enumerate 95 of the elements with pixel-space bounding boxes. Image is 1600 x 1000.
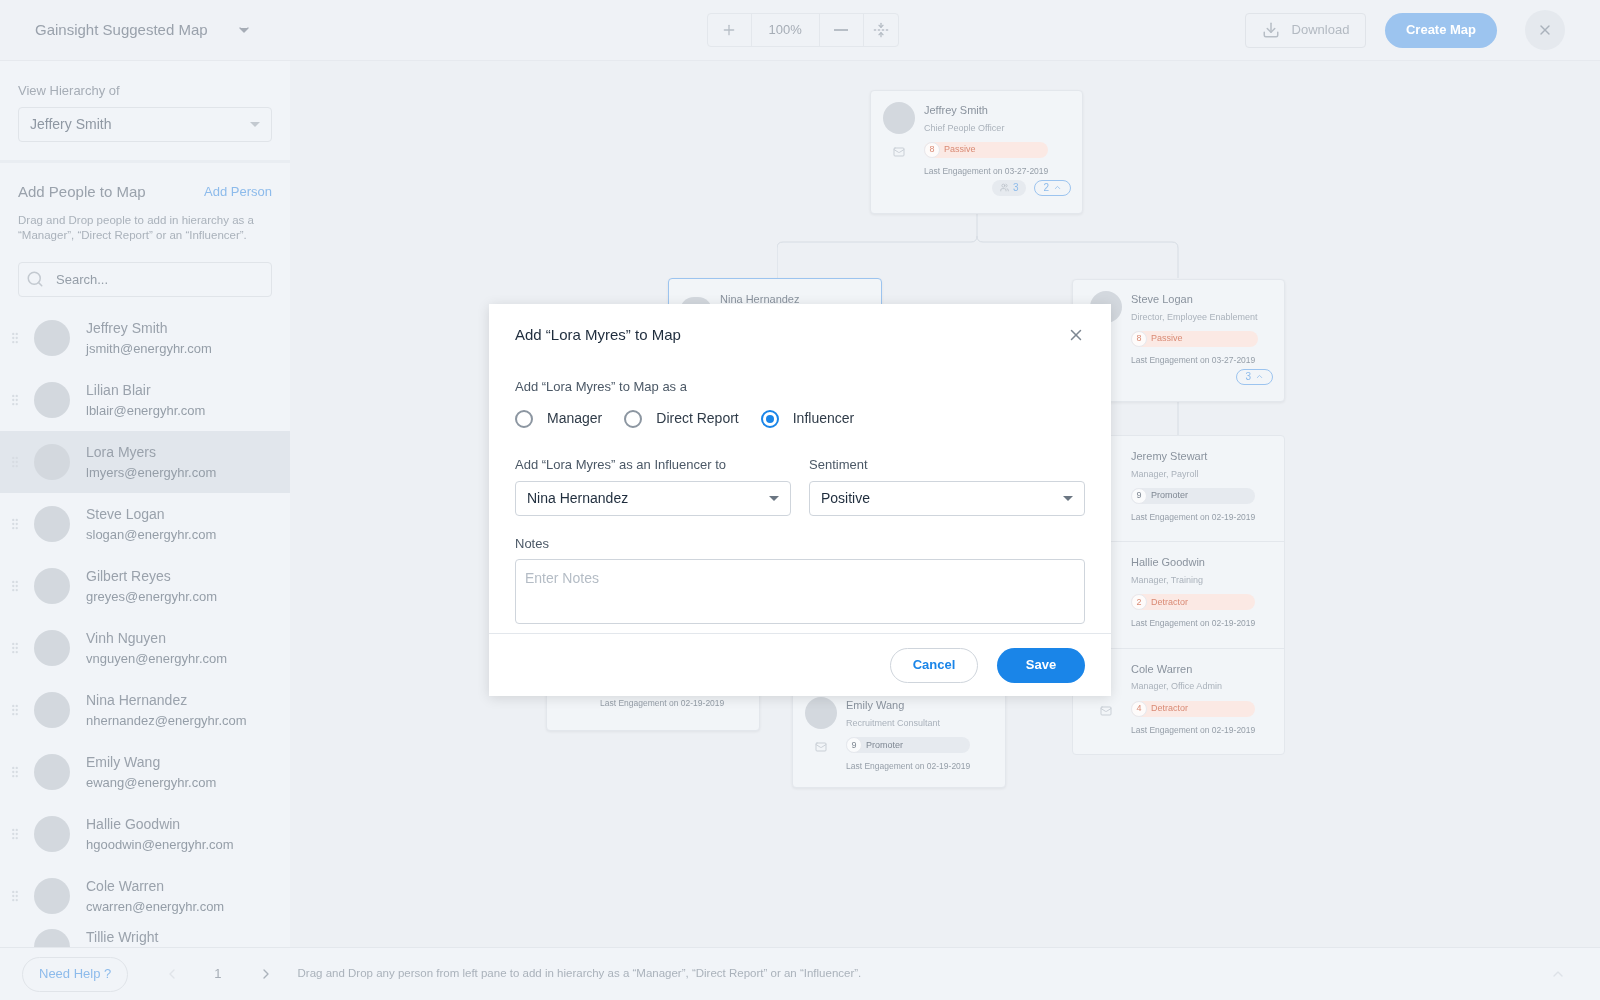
person-name: Emily Wang xyxy=(86,752,162,772)
mail-icon xyxy=(893,146,905,158)
target-select[interactable]: Nina Hernandez xyxy=(515,480,791,516)
create-map-button[interactable]: Create Map xyxy=(1385,12,1497,48)
avatar xyxy=(34,382,70,418)
person-name: Nina Hernandez xyxy=(86,690,189,710)
role-radio[interactable]: Influencer xyxy=(760,408,855,429)
team-count[interactable]: 3 xyxy=(991,179,1027,196)
person-email: lblair@energyhr.com xyxy=(86,401,206,420)
person-email: vnguyen@energyhr.com xyxy=(86,649,228,668)
sentiment-badge: 9 Promoter xyxy=(846,737,971,754)
person-title: Manager, Training xyxy=(1131,573,1205,587)
person-email: cwarren@energyhr.com xyxy=(86,897,225,916)
person-name: Jeffrey Smith xyxy=(86,318,169,338)
save-button[interactable]: Save xyxy=(997,647,1085,683)
hierarchy-label: View Hierarchy of xyxy=(18,82,121,100)
person-name: Jeffrey Smith xyxy=(924,103,989,118)
avatar xyxy=(34,929,70,947)
section-title: Add People to Map xyxy=(18,181,146,202)
person-email: jsmith@energyhr.com xyxy=(86,339,212,358)
person-email: slogan@energyhr.com xyxy=(86,525,217,544)
person-email: greyes@energyhr.com xyxy=(86,587,217,606)
page-number: 1 xyxy=(214,965,222,984)
role-radio[interactable]: Direct Report xyxy=(624,408,739,429)
mail-icon xyxy=(1100,704,1112,717)
last-engagement: Last Engagement on 03-27-2019 xyxy=(924,165,1049,178)
person-name: Cole Warren xyxy=(86,876,166,896)
person-title: Director, Employee Enablement xyxy=(1131,310,1258,324)
last-engagement: Last Engagement on 02-19-2019 xyxy=(1131,617,1256,631)
person-name: Lora Myers xyxy=(86,442,158,462)
last-engagement: Last Engagement on 02-19-2019 xyxy=(600,697,726,710)
avatar xyxy=(34,568,70,604)
avatar xyxy=(34,692,70,728)
person-title: Recruitment Consultant xyxy=(846,716,942,730)
avatar xyxy=(34,320,70,356)
person-name: Steve Logan xyxy=(1131,292,1194,307)
person-name: Gilbert Reyes xyxy=(86,566,172,586)
person-name: Steve Logan xyxy=(86,504,166,524)
sentiment-badge: 4 Detractor xyxy=(1131,700,1256,717)
person-email: ewang@energyhr.com xyxy=(86,773,217,792)
search-icon xyxy=(26,270,44,288)
close-button[interactable] xyxy=(1525,10,1565,50)
person-name: Vinh Nguyen xyxy=(86,628,167,648)
zoom-level: 100% xyxy=(751,14,820,46)
last-engagement: Last Engagement on 02-19-2019 xyxy=(1131,511,1256,524)
hierarchy-select[interactable]: Jeffery Smith xyxy=(18,106,272,142)
avatar xyxy=(34,754,70,790)
notes-field[interactable]: Enter Notes xyxy=(515,559,1085,624)
person-email: nhernandez@energyhr.com xyxy=(86,711,247,730)
sentiment-badge: 9 Promoter xyxy=(1131,488,1256,504)
person-title: Manager, Payroll xyxy=(1131,467,1200,481)
fit-icon xyxy=(872,22,889,38)
notes-label: Notes xyxy=(515,534,550,553)
minus-icon xyxy=(834,29,849,31)
person-name: Hallie Goodwin xyxy=(86,814,182,834)
person-name: Tillie Wright xyxy=(86,929,159,945)
map-title: Gainsight Suggested Map xyxy=(35,19,208,40)
people-icon xyxy=(999,183,1009,193)
person-name: Lilian Blair xyxy=(86,380,152,400)
sentiment-badge: 2 Detractor xyxy=(1131,594,1256,611)
last-engagement: Last Engagement on 02-19-2019 xyxy=(846,760,971,773)
add-person-link[interactable]: Add Person xyxy=(204,182,272,202)
download-icon xyxy=(1261,21,1280,39)
drag-instructions: Drag and Drop people to add in hierarchy as a “Manager”, “Direct Report” or an “Influencer”. xyxy=(18,213,255,243)
role-radio[interactable]: Manager xyxy=(515,408,603,429)
role-label: Add “Lora Myres” to Map as a xyxy=(515,377,688,396)
person-name: Cole Warren xyxy=(1131,661,1194,677)
person-email: lmyers@energyhr.com xyxy=(86,463,217,482)
person-title: Manager, Office Admin xyxy=(1131,680,1223,694)
person-name: Emily Wang xyxy=(846,698,906,714)
avatar xyxy=(34,630,70,666)
sentiment-label: Sentiment xyxy=(809,456,869,474)
last-engagement: Last Engagement on 02-19-2019 xyxy=(1131,723,1256,737)
avatar xyxy=(34,878,70,914)
avatar xyxy=(34,506,70,542)
footer-hint: Drag and Drop any person from left pane to add in hierarchy as a “Manager”, “Direct Report” or an “Influencer”. xyxy=(297,966,862,982)
person-row[interactable]: Lora Myers lmyers@energyhr.com xyxy=(0,431,290,493)
sentiment-badge: 8 Passive xyxy=(924,142,1049,158)
avatar xyxy=(805,697,837,730)
person-email: hgoodwin@energyhr.com xyxy=(86,835,234,854)
person-card[interactable]: Jeffrey Smith Chief People Officer 8 Passive Last Engagement on 03-27-2019 3 2 xyxy=(870,90,1083,214)
dialog-title: Add “Lora Myres” to Map xyxy=(515,325,681,345)
sentiment-select[interactable]: Positive xyxy=(809,480,1085,516)
mail-icon xyxy=(815,741,827,754)
person-name: Hallie Goodwin xyxy=(1131,555,1206,571)
person-name: Jeremy Stewart xyxy=(1131,449,1209,464)
target-label: Add “Lora Myres” as an Influencer to xyxy=(515,456,727,474)
last-engagement: Last Engagement on 03-27-2019 xyxy=(1131,354,1257,367)
download-button[interactable]: Download xyxy=(1245,12,1366,48)
person-title: Chief People Officer xyxy=(924,121,1006,135)
avatar xyxy=(34,816,70,852)
avatar xyxy=(883,102,915,134)
sentiment-badge: 8 Passive xyxy=(1131,331,1258,347)
search-field[interactable]: Search... xyxy=(18,262,272,297)
person-name: Nina Hernandez xyxy=(720,292,800,307)
